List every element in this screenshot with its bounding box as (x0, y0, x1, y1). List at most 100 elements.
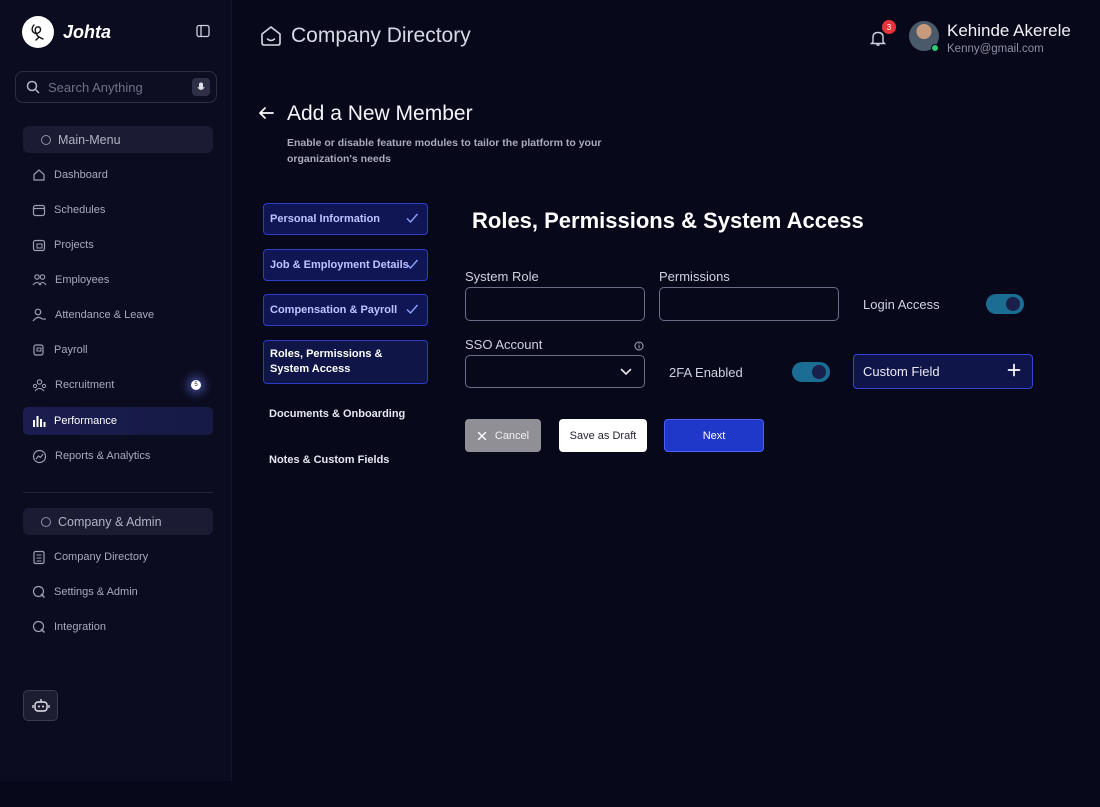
check-icon (406, 259, 419, 270)
plus-icon (1007, 363, 1021, 377)
main-menu-label: Main-Menu (58, 132, 121, 147)
search-input[interactable] (48, 79, 178, 95)
sidebar-item-label: Payroll (54, 344, 88, 356)
sidebar-divider (23, 492, 213, 493)
page-header-title: Company Directory (291, 24, 471, 47)
chart-bars-icon (33, 416, 46, 427)
sidebar-item-label: Dashboard (54, 169, 108, 181)
sidebar-item-recruitment[interactable]: Recruitment (23, 371, 213, 399)
twofa-label: 2FA Enabled (669, 365, 743, 380)
step-notes-custom-fields[interactable]: Notes & Custom Fields (269, 454, 389, 466)
user-name: Kehinde Akerele (947, 21, 1071, 40)
login-access-label: Login Access (863, 297, 940, 312)
robot-icon (31, 698, 50, 712)
system-role-input[interactable] (465, 287, 645, 321)
online-status-indicator (931, 44, 939, 52)
close-icon (477, 431, 487, 440)
cancel-label: Cancel (494, 429, 530, 442)
brand-name: Johta (63, 21, 112, 42)
next-button[interactable]: Next (664, 419, 764, 452)
toggle-knob (1006, 297, 1020, 311)
login-access-toggle[interactable] (986, 294, 1024, 314)
step-label: Job & Employment Details (270, 259, 409, 271)
sidebar-item-schedules[interactable]: Schedules (23, 196, 213, 224)
sidebar-item-integration[interactable]: Integration (23, 613, 213, 641)
sidebar-item-label: Attendance & Leave (55, 309, 155, 321)
step-label: Roles, Permissions & System Access (270, 348, 383, 375)
sidebar-item-dashboard[interactable]: Dashboard (23, 161, 213, 189)
save-draft-button[interactable]: Save as Draft (559, 419, 647, 452)
notification-count-badge: 3 (882, 20, 896, 34)
sidebar-item-label: Projects (54, 239, 94, 251)
form-title: Roles, Permissions & System Access (472, 208, 864, 233)
permissions-input[interactable] (659, 287, 839, 321)
sidebar: Johta Main-Menu Dashboard Schedules Proj… (0, 0, 232, 781)
sidebar-item-label: Recruitment (55, 379, 115, 391)
sidebar-item-label: Employees (55, 274, 110, 286)
page-header: Company Directory (259, 24, 471, 48)
sso-account-select[interactable] (465, 355, 645, 388)
step-label: Compensation & Payroll (270, 304, 398, 316)
assistant-bot-button[interactable] (23, 690, 58, 721)
twofa-toggle[interactable] (792, 362, 830, 382)
step-compensation-payroll[interactable]: Compensation & Payroll (263, 294, 428, 326)
back-arrow-icon[interactable] (258, 106, 274, 125)
sidebar-item-label: Company Directory (54, 551, 149, 563)
sso-account-label: SSO Account (465, 337, 543, 352)
mic-icon[interactable] (192, 78, 210, 96)
home-outline-icon (261, 26, 281, 46)
sidebar-item-label: Performance (54, 415, 117, 427)
sidebar-item-settings-admin[interactable]: Settings & Admin (23, 578, 213, 606)
brand[interactable]: Johta (22, 16, 111, 48)
page-description: Enable or disable feature modules to tai… (287, 137, 602, 165)
custom-field-label: Custom Field (863, 364, 940, 379)
check-icon (406, 304, 419, 315)
search-bar (15, 71, 217, 103)
step-roles-permissions-system-access[interactable]: Roles, Permissions & System Access (263, 340, 428, 384)
home-icon (33, 169, 45, 181)
report-icon (32, 449, 47, 463)
brand-logo-icon (22, 16, 54, 48)
sidebar-item-label: Reports & Analytics (55, 450, 151, 462)
chevron-circle-icon (41, 134, 51, 145)
settings-icon (32, 585, 45, 598)
chevron-circle-icon (41, 516, 51, 527)
sidebar-item-employees[interactable]: Employees (23, 266, 213, 294)
directory-icon (33, 550, 45, 564)
payroll-icon (33, 344, 44, 356)
recruitment-badge: 5 (191, 380, 201, 390)
sidebar-item-performance[interactable]: Performance (23, 407, 213, 435)
sidebar-collapse-icon[interactable] (196, 24, 212, 40)
user-email: Kenny@gmail.com (947, 43, 1044, 55)
calendar-icon (32, 204, 46, 217)
sidebar-item-projects[interactable]: Projects (23, 231, 213, 259)
users-icon (32, 274, 47, 286)
info-icon[interactable] (634, 338, 644, 356)
main-menu-header[interactable]: Main-Menu (23, 126, 213, 153)
sidebar-item-reports-analytics[interactable]: Reports & Analytics (23, 442, 213, 470)
step-personal-information[interactable]: Personal Information (263, 203, 428, 235)
step-job-employment-details[interactable]: Job & Employment Details (263, 249, 428, 281)
check-icon (406, 213, 419, 224)
page-title: Add a New Member (287, 102, 473, 125)
folder-icon (32, 239, 46, 252)
user-check-icon (32, 308, 46, 322)
recruitment-icon (32, 379, 47, 392)
company-admin-header[interactable]: Company & Admin (23, 508, 213, 535)
cancel-button[interactable]: Cancel (465, 419, 541, 452)
sidebar-item-attendance-leave[interactable]: Attendance & Leave (23, 301, 213, 329)
step-documents-onboarding[interactable]: Documents & Onboarding (269, 408, 405, 420)
search-icon (26, 80, 40, 94)
company-admin-label: Company & Admin (58, 514, 162, 529)
sidebar-item-payroll[interactable]: Payroll (23, 336, 213, 364)
add-custom-field-button[interactable]: Custom Field (853, 354, 1033, 389)
step-label: Personal Information (270, 213, 381, 225)
chevron-down-icon (620, 368, 632, 375)
sidebar-item-label: Schedules (54, 204, 106, 216)
integration-icon (32, 620, 45, 633)
sidebar-item-company-directory[interactable]: Company Directory (23, 543, 213, 571)
sidebar-item-label: Integration (54, 621, 106, 633)
toggle-knob (812, 365, 826, 379)
sidebar-item-label: Settings & Admin (54, 586, 138, 598)
permissions-label: Permissions (659, 269, 730, 284)
